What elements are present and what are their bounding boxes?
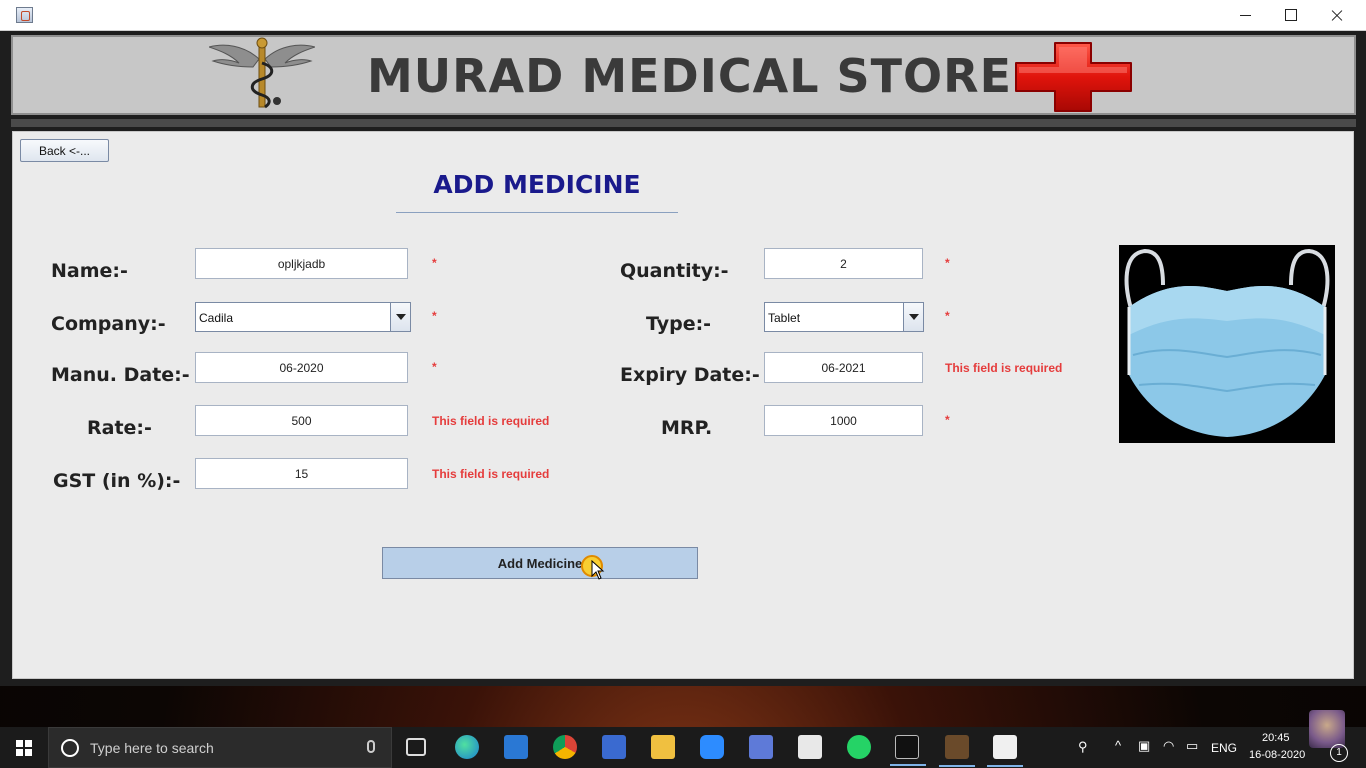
company-label: Company:- bbox=[51, 313, 166, 335]
wifi-icon[interactable]: ◠ bbox=[1163, 738, 1174, 754]
java-app-icon bbox=[16, 7, 33, 23]
camera-app-icon[interactable] bbox=[602, 735, 626, 759]
gst-field[interactable] bbox=[195, 458, 408, 489]
mrp-label: MRP. bbox=[661, 417, 713, 439]
search-placeholder: Type here to search bbox=[90, 740, 214, 756]
manu-date-required-star: * bbox=[432, 360, 437, 374]
banner-divider bbox=[11, 119, 1356, 127]
gst-label: GST (in %):- bbox=[53, 470, 181, 492]
search-icon bbox=[61, 739, 79, 757]
mail-icon[interactable] bbox=[504, 735, 528, 759]
page-title: ADD MEDICINE bbox=[433, 170, 641, 199]
type-required-star: * bbox=[945, 309, 950, 323]
chrome-icon[interactable] bbox=[553, 735, 577, 759]
taskbar-search[interactable]: Type here to search bbox=[48, 727, 392, 768]
windows-taskbar: Type here to search ⚲ ^ ▣ ◠ ▭ ENG 20:45 … bbox=[0, 727, 1366, 768]
avatar bbox=[1309, 710, 1345, 748]
minimize-button[interactable] bbox=[1222, 0, 1268, 31]
java-icon[interactable] bbox=[987, 735, 1023, 767]
meet-now-icon[interactable]: ▣ bbox=[1138, 738, 1150, 754]
face-mask-image bbox=[1119, 245, 1335, 443]
company-select[interactable]: Cadila bbox=[195, 302, 411, 332]
clock-time[interactable]: 20:45 bbox=[1262, 732, 1290, 744]
chevron-down-icon[interactable] bbox=[390, 303, 410, 331]
gst-required-message: This field is required bbox=[432, 467, 550, 481]
terminal-icon[interactable] bbox=[890, 735, 926, 766]
close-button[interactable] bbox=[1314, 0, 1360, 31]
store-icon[interactable] bbox=[798, 735, 822, 759]
notification-badge[interactable]: 1 bbox=[1330, 744, 1348, 762]
battery-icon[interactable]: ▭ bbox=[1186, 738, 1198, 754]
red-cross-icon bbox=[1015, 42, 1132, 112]
language-indicator[interactable]: ENG bbox=[1211, 741, 1237, 755]
clock-date[interactable]: 16-08-2020 bbox=[1249, 749, 1305, 761]
rate-field[interactable] bbox=[195, 405, 408, 436]
game-icon[interactable] bbox=[939, 735, 975, 767]
windows-start-icon[interactable] bbox=[16, 740, 32, 756]
mrp-required-star: * bbox=[945, 413, 950, 427]
mouse-cursor-icon bbox=[591, 560, 605, 580]
people-icon[interactable]: ⚲ bbox=[1078, 739, 1088, 755]
store-banner: MURAD MEDICAL STORE bbox=[11, 35, 1356, 115]
store-title: MURAD MEDICAL STORE bbox=[367, 49, 1012, 103]
file-explorer-icon[interactable] bbox=[651, 735, 675, 759]
microphone-icon[interactable] bbox=[367, 740, 375, 753]
quantity-field[interactable] bbox=[764, 248, 923, 279]
app-window: MURAD MEDICAL STORE Back <-... ADD MEDIC… bbox=[0, 31, 1366, 686]
chevron-up-icon[interactable]: ^ bbox=[1115, 738, 1121, 753]
window-titlebar bbox=[0, 0, 1366, 31]
quantity-required-star: * bbox=[945, 256, 950, 270]
maximize-button[interactable] bbox=[1268, 0, 1314, 31]
add-medicine-button[interactable]: Add Medicine bbox=[382, 547, 698, 579]
title-underline bbox=[396, 212, 678, 213]
whatsapp-icon[interactable] bbox=[847, 735, 871, 759]
name-required-star: * bbox=[432, 256, 437, 270]
edge-icon[interactable] bbox=[455, 735, 479, 759]
manu-date-field[interactable] bbox=[195, 352, 408, 383]
name-label: Name:- bbox=[51, 260, 128, 282]
task-view-icon[interactable] bbox=[406, 738, 426, 756]
quantity-label: Quantity:- bbox=[620, 260, 729, 282]
expiry-date-label: Expiry Date:- bbox=[620, 364, 760, 386]
paint-icon[interactable] bbox=[749, 735, 773, 759]
type-label: Type:- bbox=[646, 313, 712, 335]
expiry-required-message: This field is required bbox=[945, 361, 1063, 375]
mrp-field[interactable] bbox=[764, 405, 923, 436]
company-required-star: * bbox=[432, 309, 437, 323]
type-select[interactable]: Tablet bbox=[764, 302, 924, 332]
name-field[interactable] bbox=[195, 248, 408, 279]
expiry-date-field[interactable] bbox=[764, 352, 923, 383]
manu-date-label: Manu. Date:- bbox=[51, 364, 190, 386]
rate-label: Rate:- bbox=[87, 417, 152, 439]
caduceus-icon bbox=[209, 37, 315, 109]
zoom-icon[interactable] bbox=[700, 735, 724, 759]
type-selected-value: Tablet bbox=[768, 311, 801, 325]
back-button[interactable]: Back <-... bbox=[20, 139, 109, 162]
company-selected-value: Cadila bbox=[199, 311, 234, 325]
rate-required-message: This field is required bbox=[432, 414, 550, 428]
chevron-down-icon[interactable] bbox=[903, 303, 923, 331]
add-medicine-panel: Back <-... ADD MEDICINE Name:- * Company… bbox=[12, 131, 1354, 679]
